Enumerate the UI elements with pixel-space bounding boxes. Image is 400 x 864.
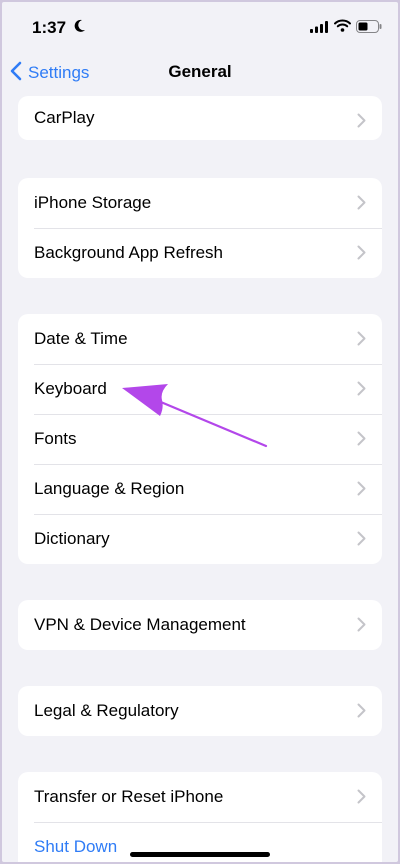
wifi-icon: [334, 19, 351, 37]
settings-row-language-region[interactable]: Language & Region: [18, 464, 382, 514]
row-label: Shut Down: [34, 837, 118, 856]
settings-group-vpn: VPN & Device Management: [18, 600, 382, 650]
row-label: Legal & Regulatory: [34, 701, 179, 720]
settings-row-carplay[interactable]: CarPlay: [18, 96, 382, 140]
chevron-right-icon: [357, 789, 366, 809]
battery-icon: [356, 20, 382, 38]
row-label: Keyboard: [34, 379, 107, 398]
signal-icon: [310, 20, 328, 38]
chevron-right-icon: [357, 531, 366, 551]
row-label: Fonts: [34, 429, 77, 448]
row-label: Language & Region: [34, 479, 185, 498]
settings-row-dictionary[interactable]: Dictionary: [18, 514, 382, 564]
settings-group-storage: iPhone Storage Background App Refresh: [18, 178, 382, 278]
settings-group-carplay: CarPlay: [18, 96, 382, 140]
chevron-right-icon: [357, 113, 366, 133]
row-label: CarPlay: [34, 108, 95, 127]
chevron-right-icon: [357, 481, 366, 501]
chevron-right-icon: [357, 703, 366, 723]
page-title: General: [168, 62, 232, 81]
chevron-right-icon: [357, 245, 366, 265]
chevron-right-icon: [357, 331, 366, 351]
home-indicator: [130, 852, 270, 857]
settings-group-transfer: Transfer or Reset iPhone Shut Down: [18, 772, 382, 862]
status-time: 1:37: [32, 18, 67, 37]
chevron-right-icon: [357, 195, 366, 215]
settings-row-background-app-refresh[interactable]: Background App Refresh: [18, 228, 382, 278]
navigation-bar: Settings General: [2, 50, 398, 96]
settings-screen: 1:37 Settings General CarPlay iPhone Sto…: [2, 2, 398, 862]
row-label: Background App Refresh: [34, 243, 224, 262]
row-label: iPhone Storage: [34, 193, 152, 212]
settings-row-legal-regulatory[interactable]: Legal & Regulatory: [18, 686, 382, 736]
settings-row-date-time[interactable]: Date & Time: [18, 314, 382, 364]
status-bar: 1:37: [2, 2, 398, 50]
chevron-right-icon: [357, 431, 366, 451]
row-label: VPN & Device Management: [34, 615, 246, 634]
settings-group-legal: Legal & Regulatory: [18, 686, 382, 736]
row-label: Transfer or Reset iPhone: [34, 787, 224, 806]
chevron-right-icon: [357, 381, 366, 401]
annotation-arrow-icon: [114, 380, 274, 457]
settings-row-transfer-reset[interactable]: Transfer or Reset iPhone: [18, 772, 382, 822]
row-label: Date & Time: [34, 329, 128, 348]
moon-icon: [74, 19, 86, 38]
row-label: Dictionary: [34, 529, 110, 548]
settings-row-vpn-device-management[interactable]: VPN & Device Management: [18, 600, 382, 650]
chevron-right-icon: [357, 617, 366, 637]
settings-row-iphone-storage[interactable]: iPhone Storage: [18, 178, 382, 228]
